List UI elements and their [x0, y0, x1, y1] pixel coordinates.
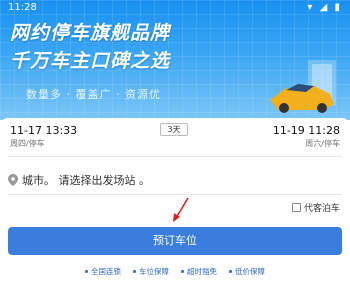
feature-item: 车位保障 [133, 266, 169, 277]
divider [8, 156, 342, 157]
feature-label: 超时豁免 [187, 267, 217, 276]
status-icons: ▾ ◢ ▮ [307, 2, 342, 13]
valet-parking-option[interactable]: 代客泊车 [291, 201, 340, 214]
pointer-arrow-icon [173, 197, 189, 222]
banner-headline-1: 网约停车旗舰品牌 [10, 22, 171, 44]
feature-label: 全国连锁 [91, 267, 121, 276]
booking-card: 11-17 13:33 周四/停车 3天 11-19 11:28 周六/停车 城… [0, 118, 350, 289]
feature-item: 低价保障 [229, 266, 265, 277]
bullet-icon [133, 270, 136, 273]
bullet-icon [229, 270, 232, 273]
car-illustration-icon [270, 60, 336, 113]
station-selector-text: 城市。 请选择出发场站 。 [22, 174, 150, 187]
location-pin-icon [8, 174, 18, 186]
status-time: 11:28 [8, 2, 37, 13]
valet-label: 代客泊车 [303, 204, 340, 214]
status-bar: 11:28 ▾ ◢ ▮ [0, 0, 350, 16]
start-datetime[interactable]: 11-17 13:33 [10, 124, 77, 137]
feature-label: 车位保障 [139, 267, 169, 276]
end-datetime[interactable]: 11-19 11:28 [273, 124, 340, 137]
feature-item: 超时豁免 [181, 266, 217, 277]
bullet-icon [181, 270, 184, 273]
banner-headline-2: 千万车主口碑之选 [10, 50, 171, 72]
end-weekday-label: 周六/停车 [305, 139, 340, 148]
station-selector[interactable]: 城市。 请选择出发场站 。 [8, 172, 150, 188]
banner-tagline: 数量多 · 覆盖广 · 资源优 [26, 88, 161, 101]
bullet-icon [85, 270, 88, 273]
feature-label: 低价保障 [235, 267, 265, 276]
book-space-button[interactable]: 预订车位 [8, 227, 342, 255]
duration-badge: 3天 [160, 123, 188, 136]
start-weekday-label: 周四/停车 [10, 139, 45, 148]
feature-item: 全国连锁 [85, 266, 121, 277]
promo-banner[interactable]: 11:28 ▾ ◢ ▮ 网约停车旗舰品牌 千万车主口碑之选 数量多 · 覆盖广 … [0, 0, 350, 120]
divider [8, 194, 342, 195]
valet-checkbox[interactable] [291, 203, 301, 212]
feature-list: 全国连锁 车位保障 超时豁免 低价保障 [0, 266, 350, 277]
